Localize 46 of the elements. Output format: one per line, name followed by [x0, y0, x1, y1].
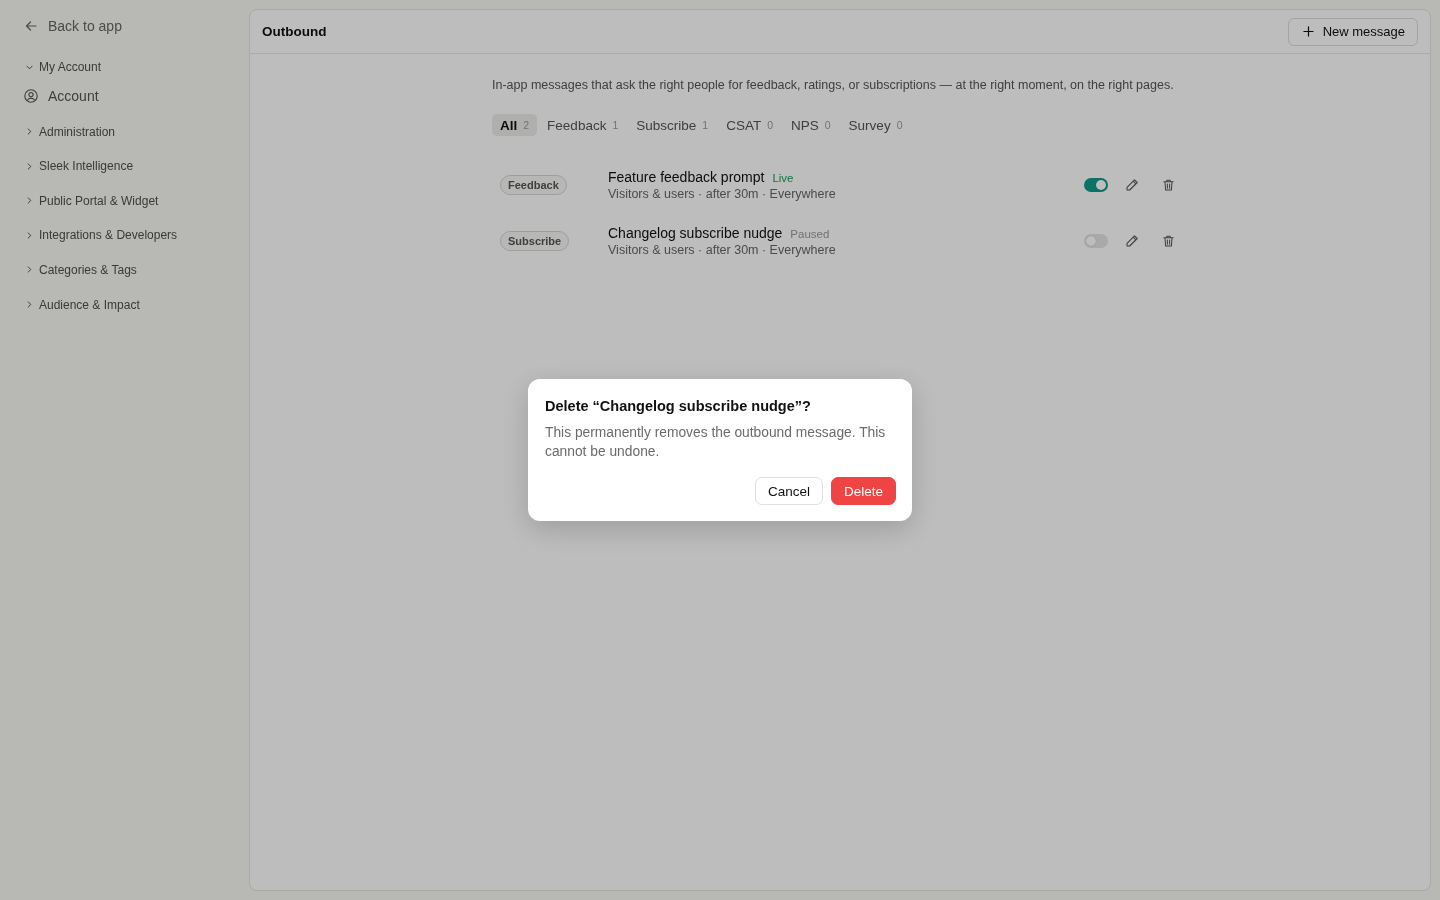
nav-section-header[interactable]: Audience & Impact: [24, 294, 140, 315]
page-description: In-app messages that ask the right people for feedback, ratings, or subscriptions — at the right moment, on the right pages.: [492, 77, 1175, 93]
user-circle-icon: [24, 89, 38, 103]
type-tag: Feedback: [500, 175, 567, 195]
nav-section-header[interactable]: Sleek Intelligence: [24, 156, 134, 177]
toggle-switch[interactable]: [1084, 234, 1108, 248]
back-link[interactable]: Back to app: [24, 16, 122, 36]
message-title: Changelog subscribe nudge: [608, 223, 783, 242]
chevron-right-icon: [27, 197, 32, 205]
page-title: Outbound: [262, 24, 327, 39]
nav-section-header[interactable]: Integrations & Developers: [24, 225, 178, 246]
message-details: Visitors & users · after 30m · Everywhere: [608, 241, 837, 259]
message-title: Feature feedback prompt: [608, 167, 765, 186]
dialog-title: Delete “Changelog subscribe nudge”?: [545, 397, 812, 416]
pencil-icon: [1125, 234, 1139, 248]
chevron-right-icon: [27, 231, 32, 239]
chevron-right-icon: [27, 301, 32, 309]
trash-icon: [1161, 178, 1175, 192]
plus-icon: [1302, 26, 1314, 37]
status-label: Paused: [790, 227, 830, 240]
nav-section-header[interactable]: My Account: [24, 57, 102, 77]
nav-section-header[interactable]: Categories & Tags: [24, 259, 137, 280]
filter-tab[interactable]: Feedback 1: [539, 114, 627, 136]
filter-tab[interactable]: Subscribe 1: [628, 114, 717, 136]
trash-icon: [1161, 234, 1175, 248]
type-tag: Subscribe: [500, 231, 570, 251]
message-details: Visitors & users · after 30m · Everywhere: [608, 185, 837, 203]
cancel-button[interactable]: Cancel: [754, 477, 823, 505]
status-label: Live: [772, 171, 794, 184]
arrow-left-icon: [25, 20, 37, 32]
chevron-down-icon: [26, 64, 33, 70]
dialog-message: This permanently removes the outbound message. This cannot be undone.: [545, 424, 887, 461]
filter-tab[interactable]: CSAT 0: [718, 114, 781, 136]
chevron-right-icon: [27, 266, 32, 274]
new-message-button[interactable]: New message: [1287, 17, 1418, 46]
toggle-switch[interactable]: [1084, 178, 1108, 192]
filter-tab[interactable]: All 2: [492, 114, 538, 136]
nav-item[interactable]: Account: [24, 85, 99, 107]
chevron-right-icon: [27, 128, 32, 136]
delete-confirm-button[interactable]: Delete: [830, 477, 896, 505]
filter-tab[interactable]: NPS 0: [783, 114, 839, 136]
nav-section-header[interactable]: Public Portal & Widget: [24, 190, 159, 211]
filter-tab[interactable]: Survey 0: [840, 114, 911, 136]
chevron-right-icon: [27, 162, 32, 170]
pencil-icon: [1125, 178, 1139, 192]
nav-section-header[interactable]: Administration: [24, 121, 116, 142]
